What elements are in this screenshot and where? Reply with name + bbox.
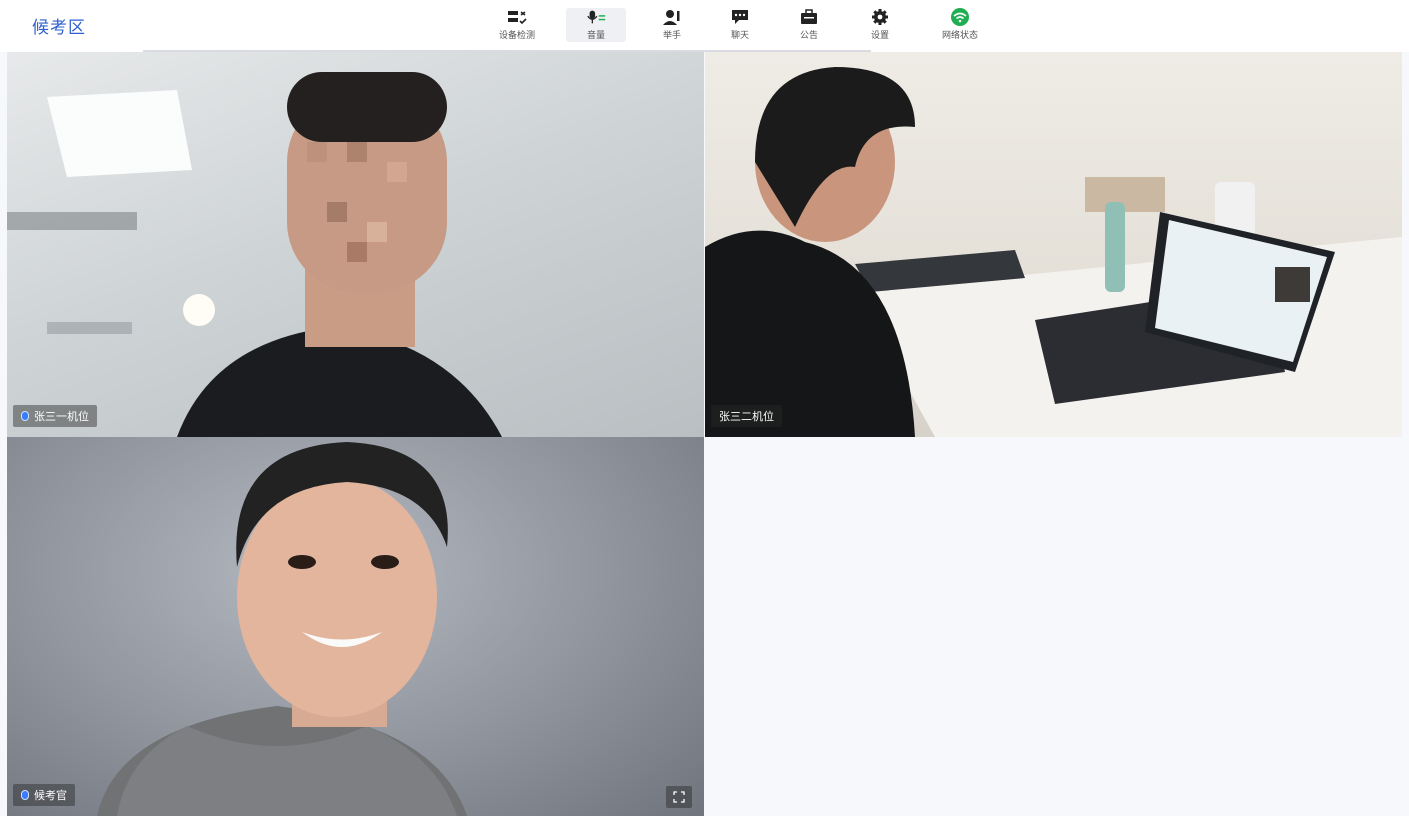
- toolbar-volume[interactable]: 音量: [566, 8, 626, 42]
- video-tile-1[interactable]: 张三一机位: [7, 52, 704, 437]
- gear-icon: [869, 8, 891, 26]
- video-frame-3: [97, 442, 467, 816]
- video-tile-3[interactable]: 候考官: [7, 437, 704, 816]
- toolbar-settings[interactable]: 设置: [850, 8, 910, 42]
- participant-name-tag: 候考官: [13, 784, 75, 806]
- toolbar-chat[interactable]: 聊天: [710, 8, 770, 42]
- video-frame-2: [705, 67, 1402, 437]
- fullscreen-button[interactable]: [666, 786, 692, 808]
- raise-hand-icon: [661, 8, 683, 26]
- toolbar: 设备检测 音量 举手 聊天 公告 设置 网络状态: [0, 0, 1409, 52]
- fullscreen-icon: [673, 788, 685, 807]
- announcement-icon: [798, 8, 820, 26]
- empty-video-slot: [705, 437, 1402, 816]
- participant-name: 张三一机位: [34, 410, 89, 423]
- video-tile-2[interactable]: 张三二机位: [705, 52, 1402, 437]
- top-bar: 候考区 设备检测 音量 举手 聊天 公告 设置 网络状态: [0, 0, 1409, 52]
- wifi-icon: [949, 8, 971, 26]
- microphone-icon: [21, 790, 29, 800]
- toolbar-announcement[interactable]: 公告: [779, 8, 839, 42]
- microphone-icon: [585, 8, 607, 26]
- device-check-icon: [506, 8, 528, 26]
- participant-name-tag: 张三一机位: [13, 405, 97, 427]
- toolbar-raise-hand[interactable]: 举手: [642, 8, 702, 42]
- video-frame-1: [7, 72, 502, 437]
- toolbar-network-status[interactable]: 网络状态: [930, 8, 990, 42]
- participant-name: 候考官: [34, 789, 67, 802]
- participant-name: 张三二机位: [719, 410, 774, 423]
- toolbar-device-check[interactable]: 设备检测: [487, 8, 547, 42]
- microphone-icon: [21, 411, 29, 421]
- chat-icon: [729, 8, 751, 26]
- participant-name-tag: 张三二机位: [711, 405, 782, 427]
